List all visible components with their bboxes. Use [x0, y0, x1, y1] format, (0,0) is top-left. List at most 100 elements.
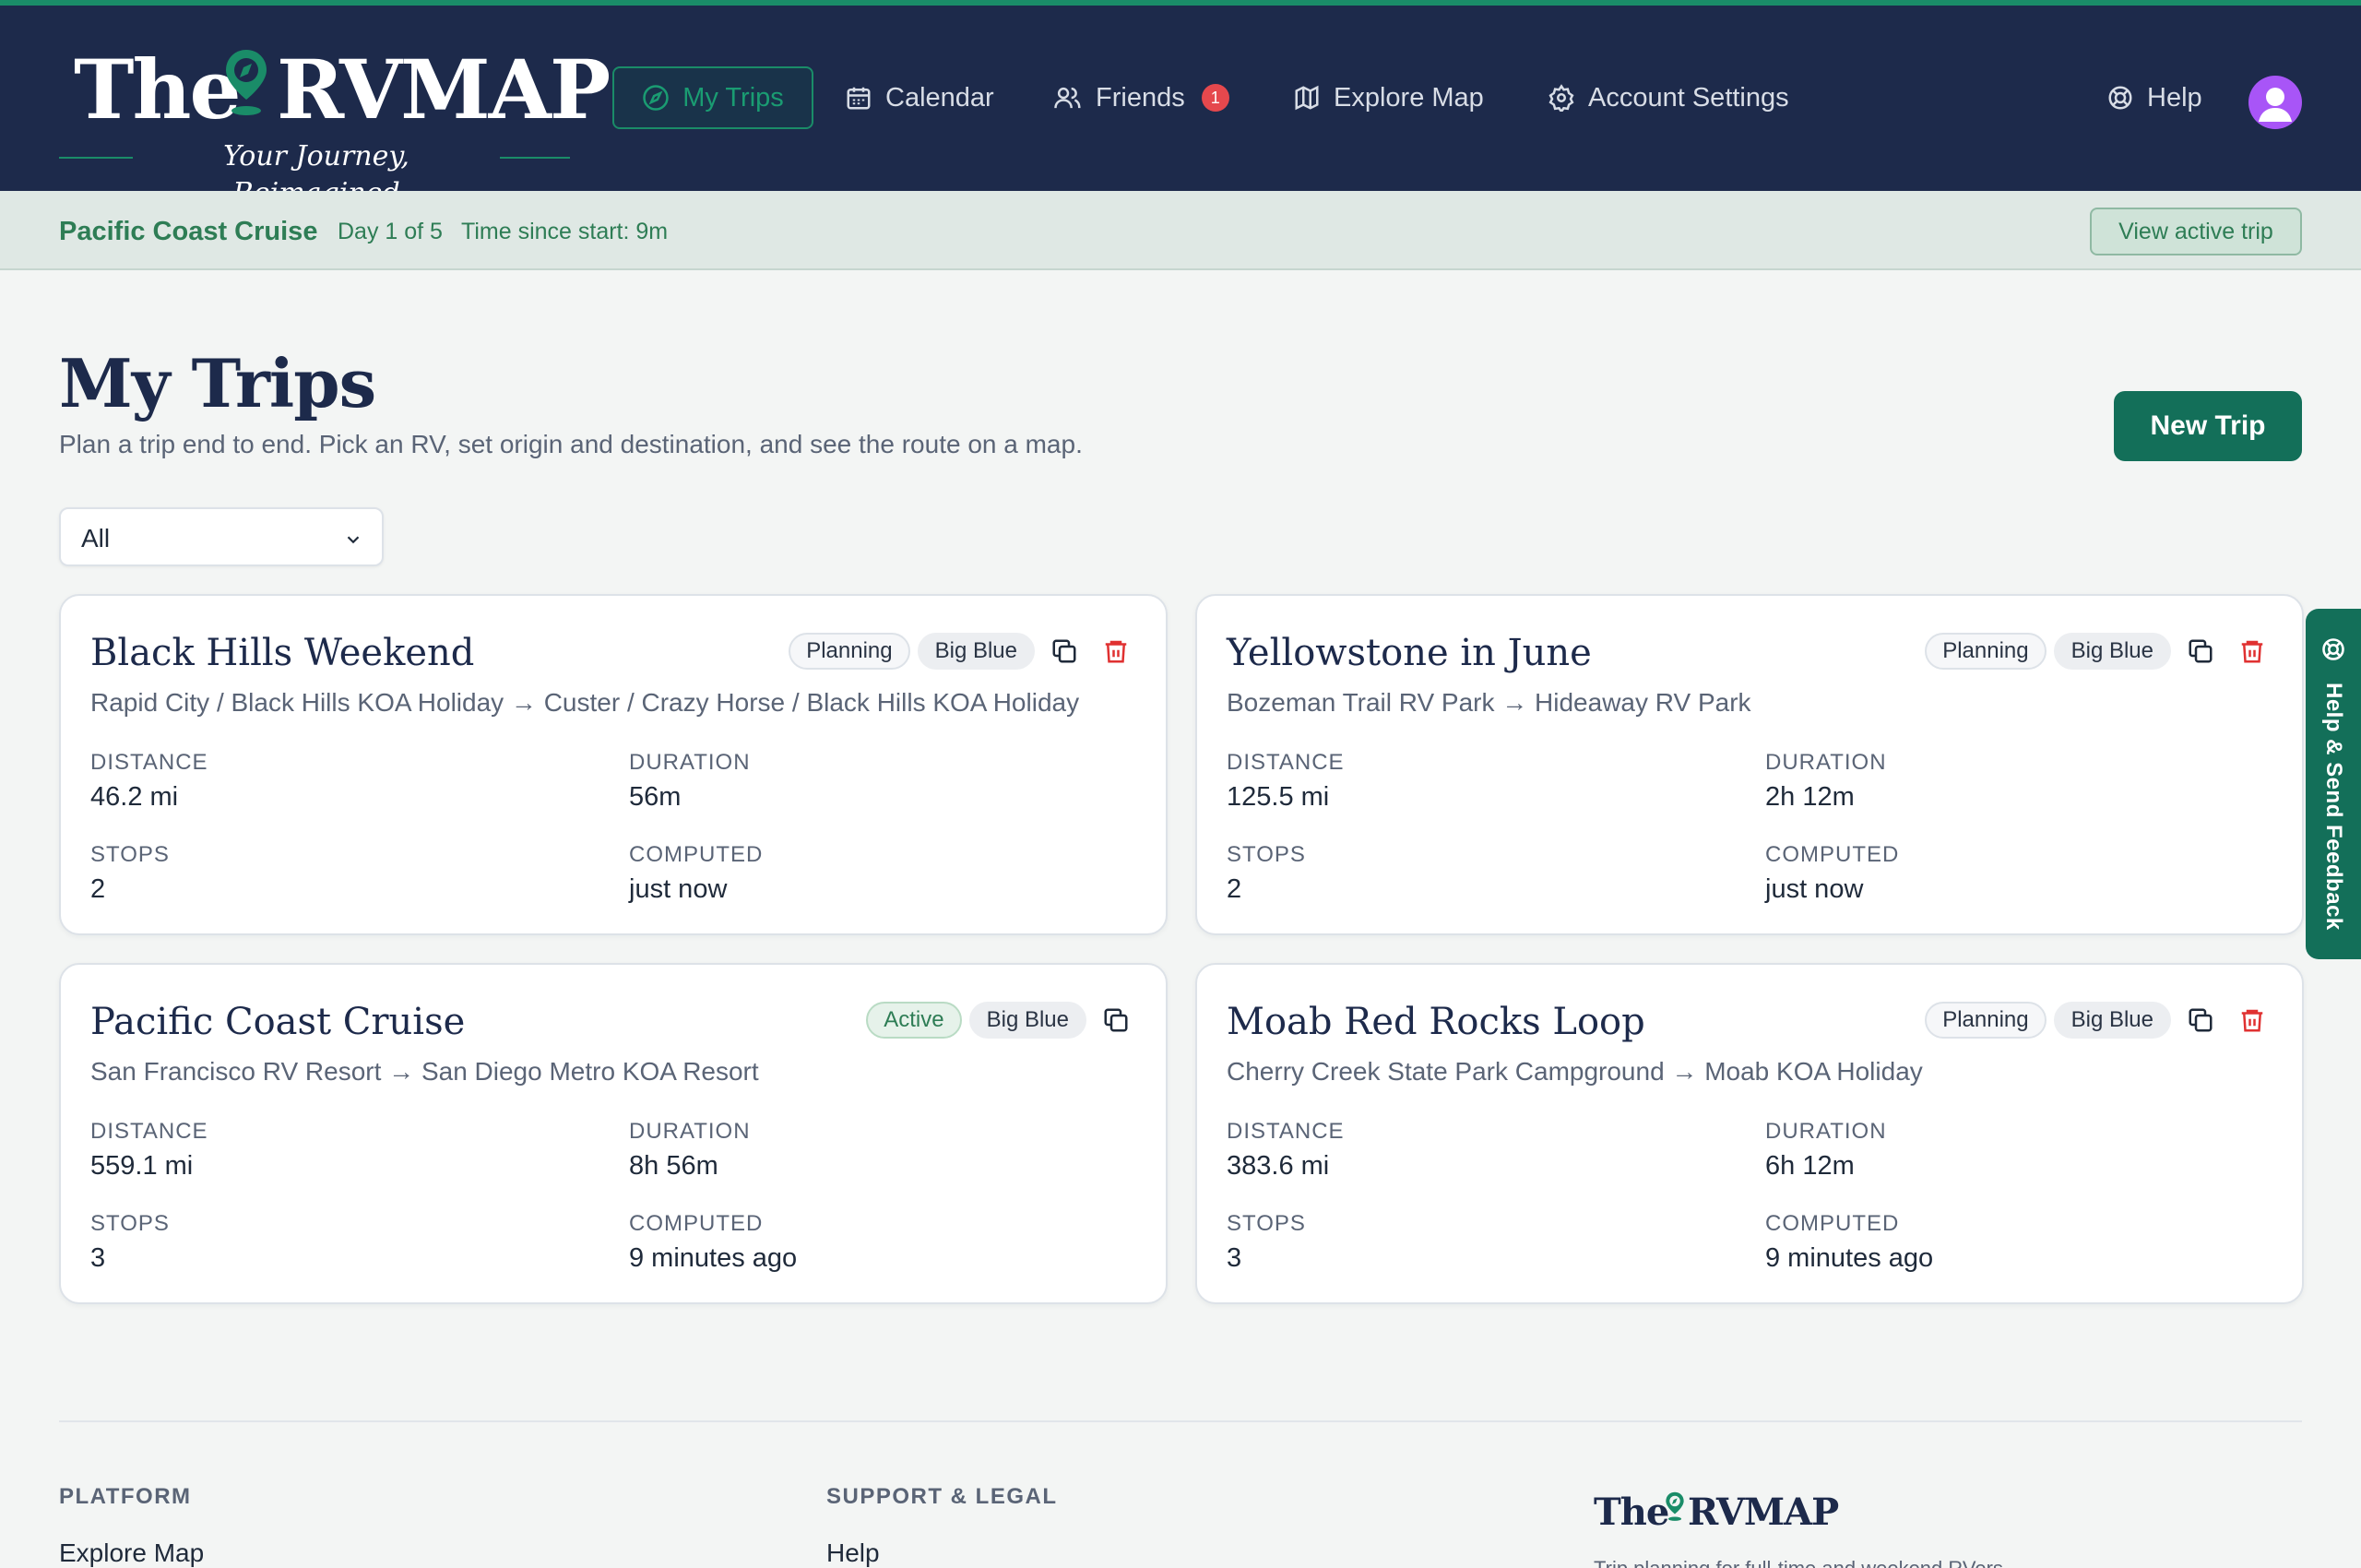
- duplicate-trip-button[interactable]: [1094, 1000, 1138, 1040]
- trash-icon: [1105, 640, 1127, 663]
- trash-icon: [2241, 1009, 2263, 1032]
- nav-friends[interactable]: Friends 1: [1053, 66, 1229, 129]
- footer-support-heading: SUPPORT & LEGAL: [826, 1484, 1058, 1509]
- duration-value: 56m: [629, 782, 682, 812]
- delete-trip-button[interactable]: [2230, 631, 2274, 671]
- footer-brand-description: Trip planning for full-time and weekend …: [1594, 1555, 2003, 1568]
- trip-card-actions: Planning Big Blue: [1925, 1000, 2274, 1040]
- trip-rv-badge: Big Blue: [2053, 1002, 2171, 1039]
- copy-icon: [2189, 1008, 2213, 1032]
- trip-title[interactable]: Pacific Coast Cruise: [90, 996, 465, 1048]
- nav-explore-map[interactable]: Explore Map: [1293, 66, 1484, 129]
- trip-title[interactable]: Yellowstone in June: [1227, 627, 1592, 679]
- delete-trip-button[interactable]: [1094, 631, 1138, 671]
- lifebuoy-icon: [2108, 86, 2132, 110]
- footer-divider: [59, 1420, 2302, 1422]
- stops-value: 2: [1227, 874, 1242, 904]
- stops-label: STOPS: [90, 842, 170, 867]
- trip-route: Bozeman Trail RV Park → Hideaway RV Park: [1227, 688, 1751, 717]
- trip-card[interactable]: Black Hills Weekend Planning Big Blue Ra…: [59, 594, 1168, 935]
- nav-help[interactable]: Help: [2106, 66, 2202, 129]
- users-icon: [1054, 87, 1081, 109]
- tagline-rule-right: [500, 157, 570, 159]
- distance-label: DISTANCE: [90, 750, 208, 775]
- nav-help-label: Help: [2147, 83, 2202, 113]
- trip-route: Rapid City / Black Hills KOA Holiday → C…: [90, 688, 1080, 717]
- footer-logo-word-rvmap: RVMAP: [1688, 1491, 1839, 1534]
- stops-value: 3: [90, 1243, 106, 1273]
- duplicate-trip-button[interactable]: [2178, 1000, 2223, 1040]
- stops-label: STOPS: [90, 1211, 170, 1236]
- footer-link-help[interactable]: Help: [826, 1535, 880, 1568]
- distance-label: DISTANCE: [1227, 1119, 1345, 1144]
- map-pin-icon: [1666, 1491, 1684, 1521]
- footer-link-explore-map[interactable]: Explore Map: [59, 1535, 204, 1568]
- duration-value: 6h 12m: [1765, 1151, 1855, 1181]
- distance-value: 46.2 mi: [90, 782, 179, 812]
- stops-label: STOPS: [1227, 1211, 1306, 1236]
- trash-icon: [2241, 640, 2263, 663]
- new-trip-button[interactable]: New Trip: [2114, 391, 2302, 461]
- nav-calendar[interactable]: Calendar: [845, 66, 994, 129]
- duration-value: 2h 12m: [1765, 782, 1855, 812]
- gear-icon: [1548, 84, 1574, 112]
- trip-status-badge: Planning: [1925, 1002, 2047, 1039]
- tagline-rule-left: [59, 157, 133, 159]
- trip-title[interactable]: Moab Red Rocks Loop: [1227, 996, 1645, 1048]
- page-subtitle: Plan a trip end to end. Pick an RV, set …: [59, 430, 1083, 458]
- trip-route: San Francisco RV Resort → San Diego Metr…: [90, 1057, 759, 1086]
- trip-title[interactable]: Black Hills Weekend: [90, 627, 474, 679]
- footer-brand-logo[interactable]: The RVMAP: [1594, 1487, 1839, 1542]
- copy-icon: [2189, 639, 2213, 663]
- computed-value: 9 minutes ago: [629, 1243, 798, 1273]
- copy-icon: [1104, 1008, 1128, 1032]
- help-feedback-label: Help & Send Feedback: [2321, 683, 2346, 931]
- distance-label: DISTANCE: [1227, 750, 1345, 775]
- friends-notification-badge: 1: [1201, 84, 1229, 112]
- computed-value: just now: [629, 874, 728, 904]
- map-pin-icon: [226, 50, 267, 115]
- header: The RVMAP Your Journey, Reimagined My Tr…: [0, 6, 2361, 209]
- distance-value: 559.1 mi: [90, 1151, 194, 1181]
- footer-logo-word-the: The: [1594, 1491, 1669, 1534]
- trip-card[interactable]: Yellowstone in June Planning Big Blue Bo…: [1195, 594, 2304, 935]
- nav-my-trips-label: My Trips: [682, 83, 784, 113]
- nav-my-trips[interactable]: My Trips: [612, 66, 813, 129]
- brand-logo[interactable]: The RVMAP Your Journey, Reimagined: [59, 39, 611, 209]
- map-icon: [1295, 85, 1319, 111]
- duplicate-trip-button[interactable]: [1042, 631, 1086, 671]
- status-filter-select[interactable]: All: [59, 507, 384, 566]
- user-avatar[interactable]: [2248, 76, 2302, 129]
- trip-card-actions: Planning Big Blue: [789, 631, 1138, 671]
- page-title: My Trips: [59, 344, 376, 422]
- distance-value: 383.6 mi: [1227, 1151, 1330, 1181]
- trip-status-badge: Planning: [1925, 633, 2047, 670]
- computed-label: COMPUTED: [629, 842, 764, 867]
- calendar-icon: [847, 87, 871, 110]
- trip-rv-badge: Big Blue: [968, 1002, 1086, 1039]
- trip-rv-badge: Big Blue: [2053, 633, 2171, 670]
- active-trip-name[interactable]: Pacific Coast Cruise: [59, 213, 317, 250]
- help-feedback-tab[interactable]: Help & Send Feedback: [2306, 609, 2361, 959]
- duration-value: 8h 56m: [629, 1151, 718, 1181]
- trip-card[interactable]: Moab Red Rocks Loop Planning Big Blue Ch…: [1195, 963, 2304, 1304]
- distance-value: 125.5 mi: [1227, 782, 1330, 812]
- trip-card[interactable]: Pacific Coast Cruise Active Big Blue San…: [59, 963, 1168, 1304]
- nav-calendar-label: Calendar: [885, 83, 994, 113]
- computed-label: COMPUTED: [629, 1211, 764, 1236]
- stops-value: 2: [90, 874, 106, 904]
- chevron-down-icon: [347, 536, 360, 544]
- duplicate-trip-button[interactable]: [2178, 631, 2223, 671]
- stops-label: STOPS: [1227, 842, 1306, 867]
- status-filter-value: All: [81, 524, 111, 552]
- delete-trip-button[interactable]: [2230, 1000, 2274, 1040]
- nav-account-settings[interactable]: Account Settings: [1548, 66, 1789, 129]
- computed-label: COMPUTED: [1765, 1211, 1900, 1236]
- nav-friends-label: Friends: [1096, 83, 1185, 113]
- footer-platform-heading: PLATFORM: [59, 1484, 192, 1509]
- computed-value: just now: [1765, 874, 1864, 904]
- nav-explore-map-label: Explore Map: [1334, 83, 1484, 113]
- lifebuoy-icon: [2322, 638, 2344, 660]
- trip-rv-badge: Big Blue: [917, 633, 1035, 670]
- view-active-trip-button[interactable]: View active trip: [2090, 208, 2302, 255]
